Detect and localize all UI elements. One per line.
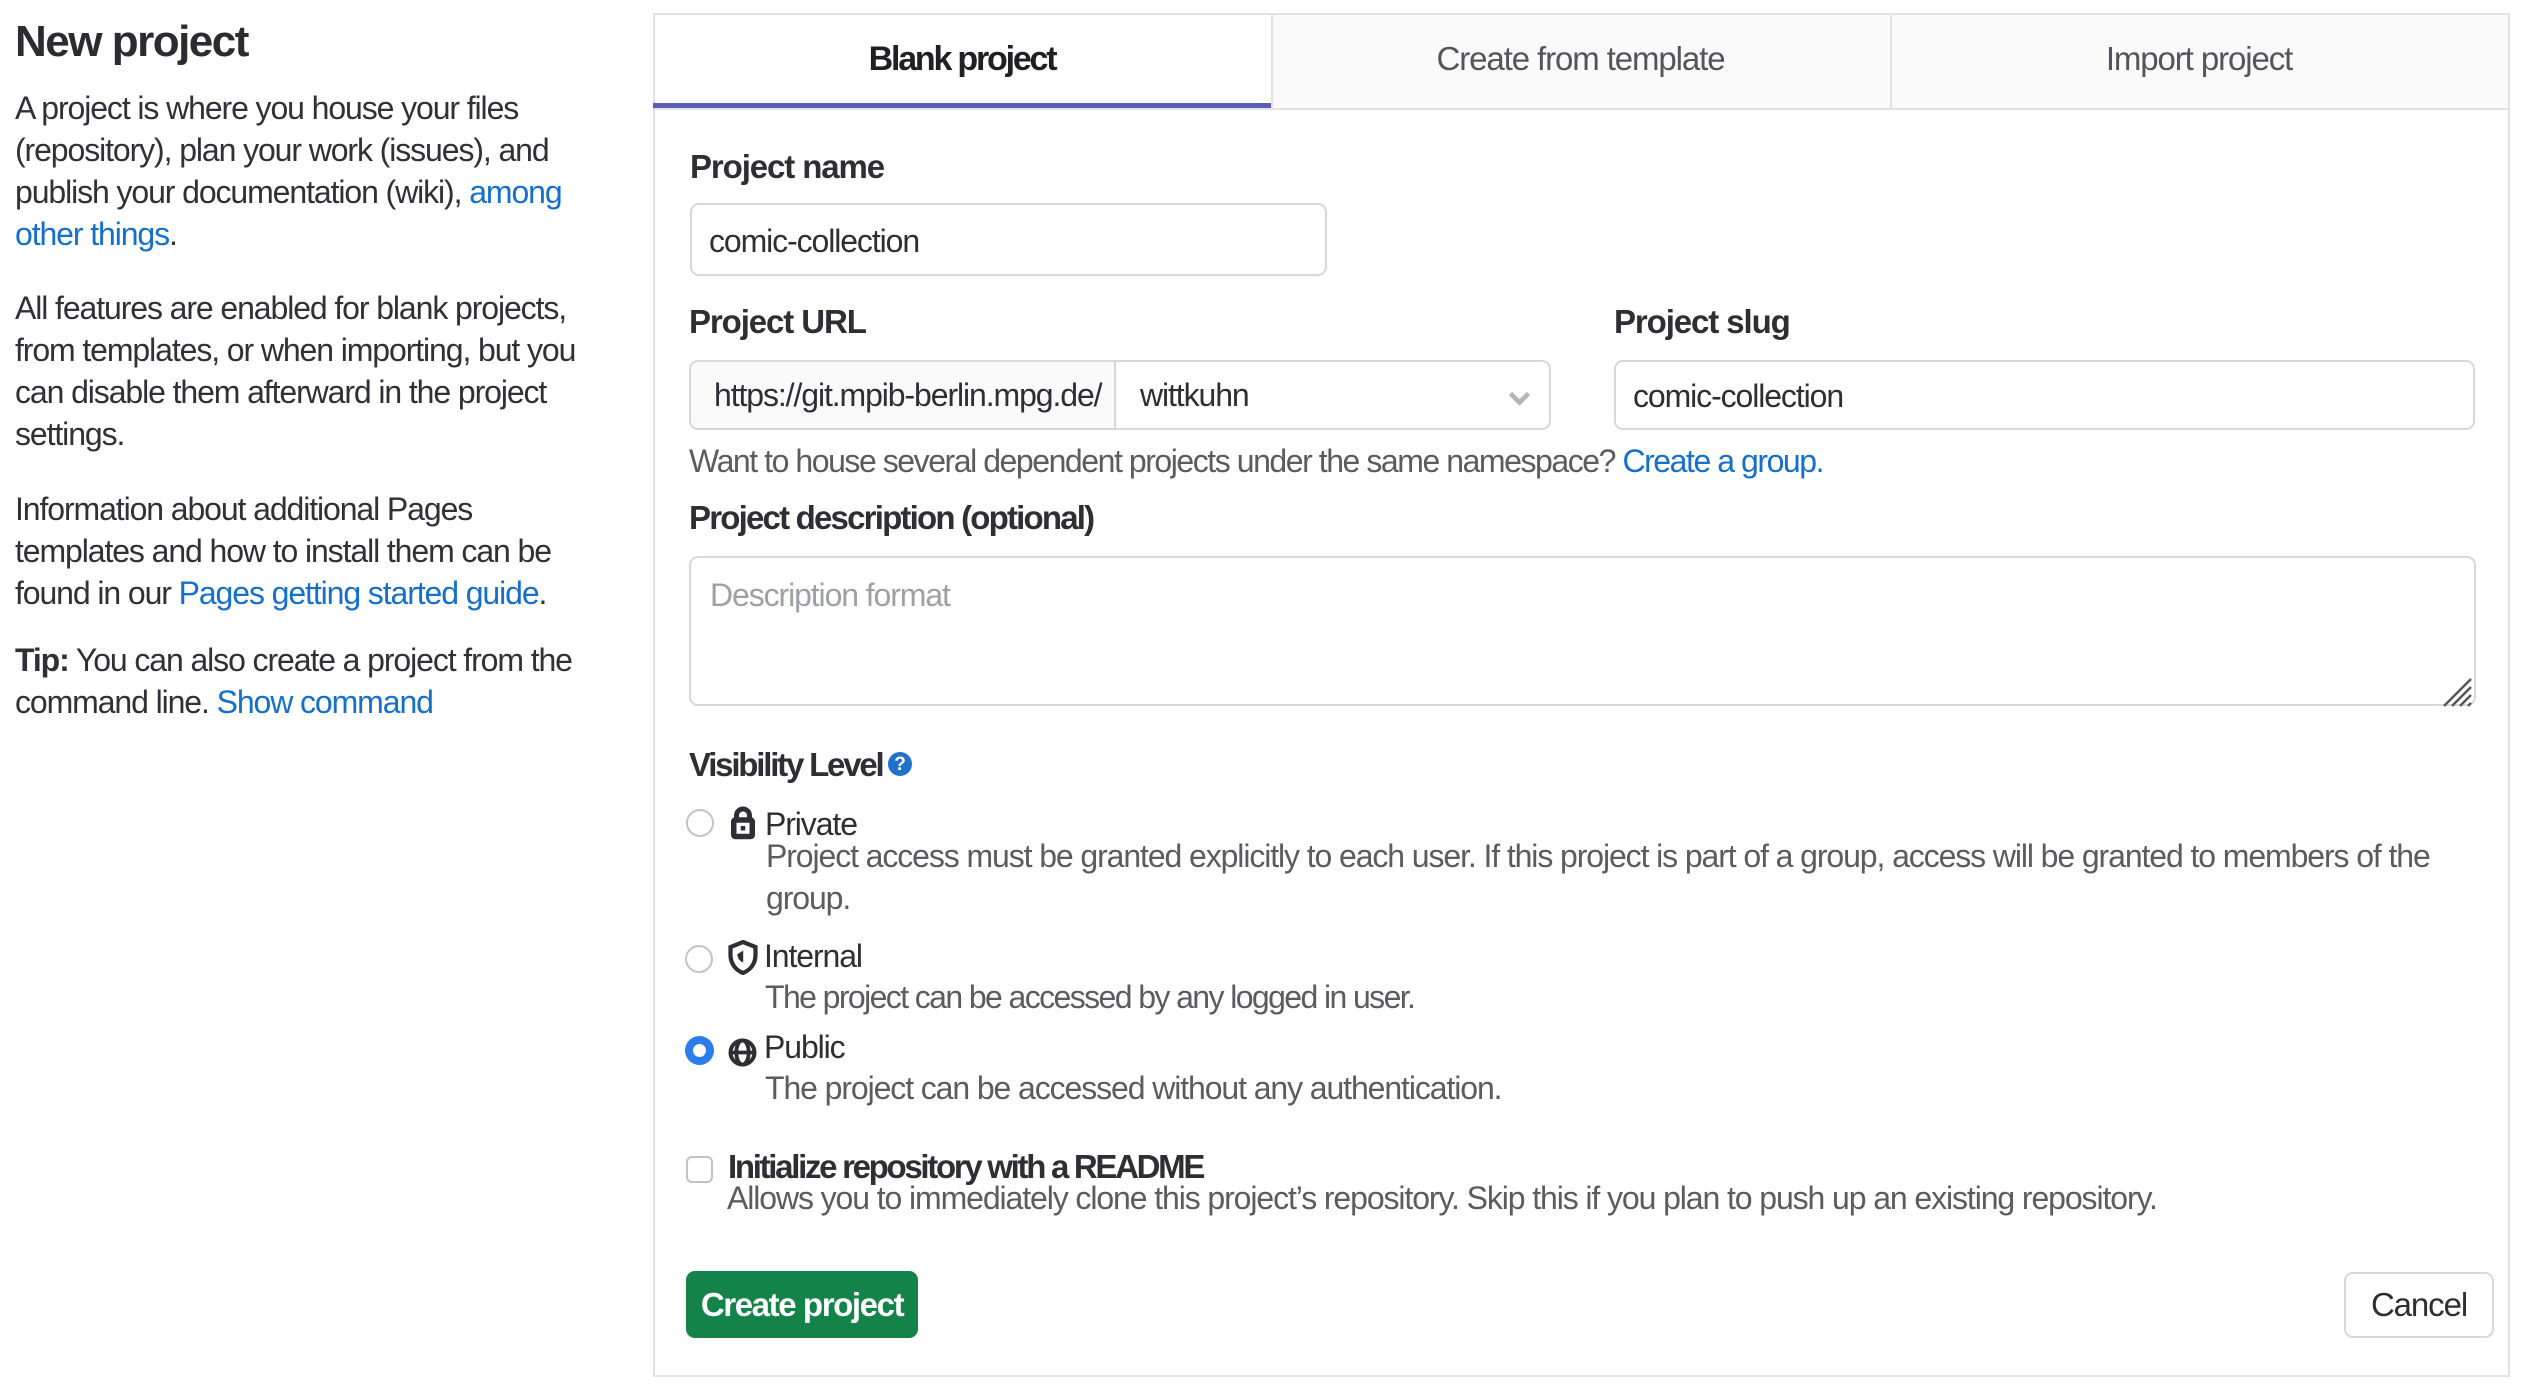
svg-text:?: ?: [894, 754, 906, 775]
